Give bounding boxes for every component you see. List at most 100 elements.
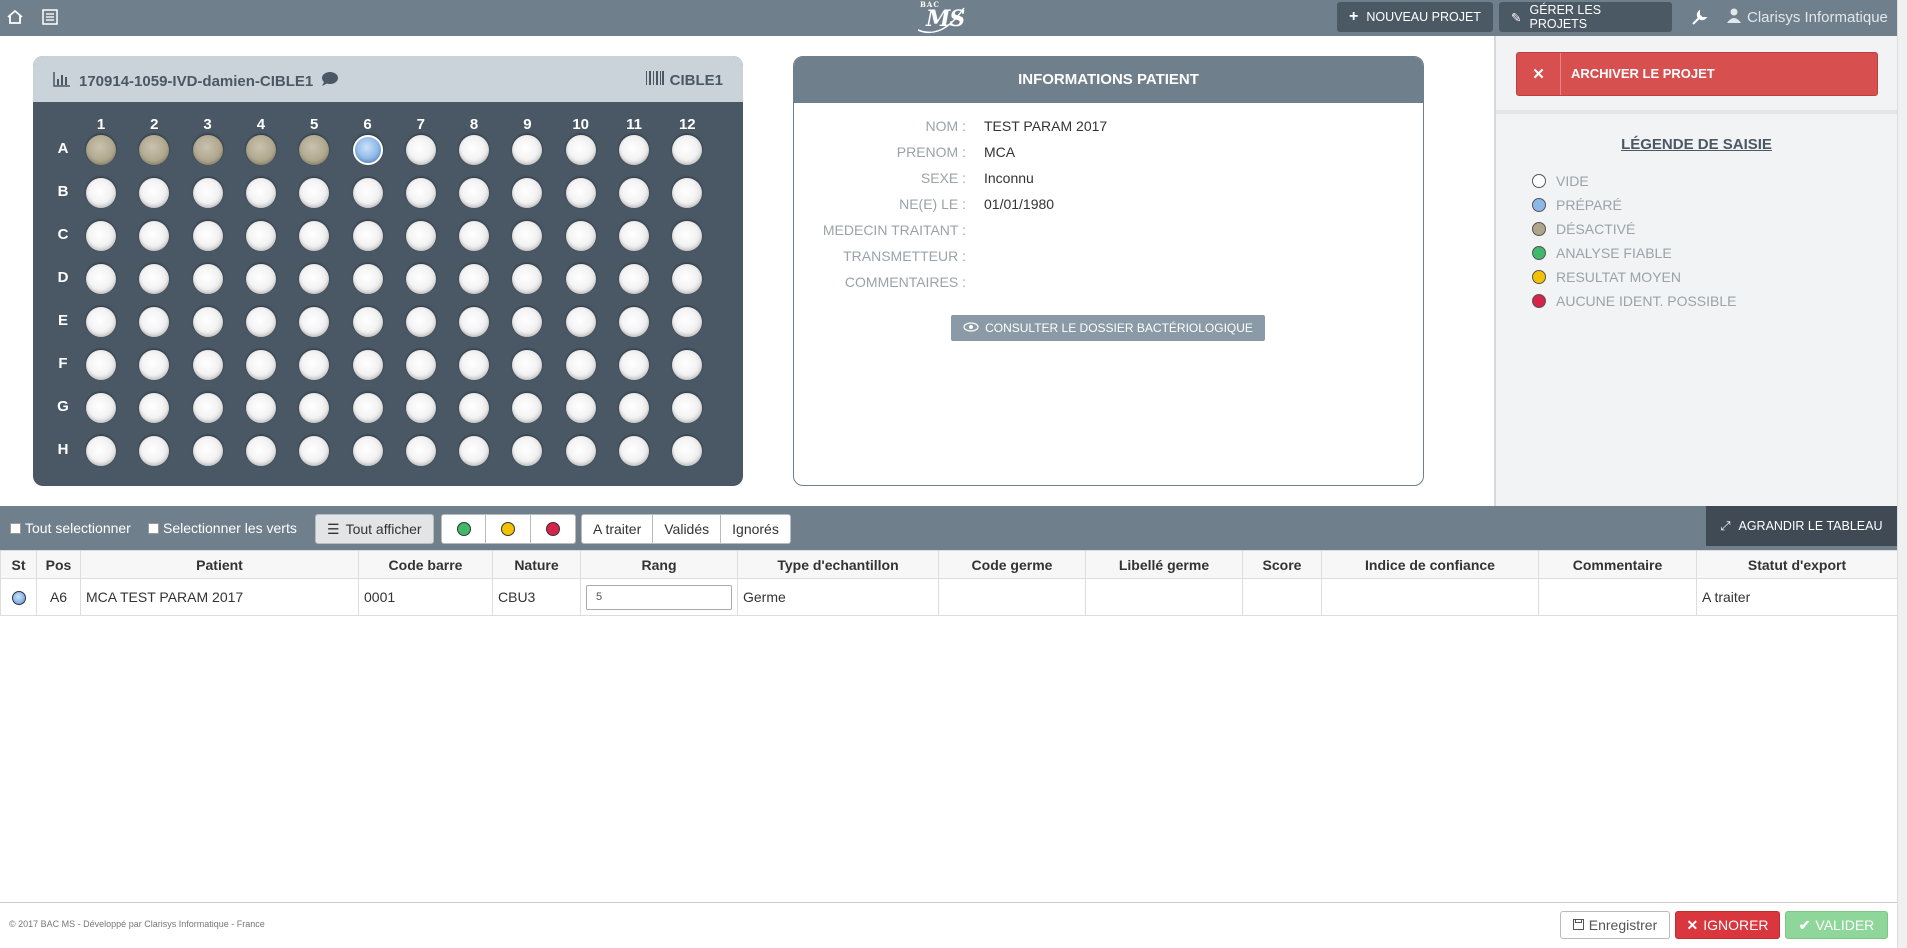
- well-D9[interactable]: [512, 264, 543, 294]
- well-D5[interactable]: [299, 264, 330, 294]
- well-H12[interactable]: [672, 436, 703, 466]
- column-header[interactable]: Patient: [80, 550, 359, 579]
- save-button[interactable]: Enregistrer: [1560, 911, 1670, 939]
- well-F1[interactable]: [86, 350, 116, 380]
- column-header[interactable]: Code germe: [938, 550, 1086, 579]
- filter-ignored-button[interactable]: Ignorés: [721, 514, 791, 544]
- archive-project-button[interactable]: ✕ ARCHIVER LE PROJET: [1516, 52, 1878, 96]
- well-G1[interactable]: [86, 393, 116, 423]
- well-C6[interactable]: [352, 221, 383, 251]
- well-A11[interactable]: [619, 135, 649, 165]
- filter-to-process-button[interactable]: A traiter: [581, 514, 654, 544]
- filter-green-button[interactable]: [441, 514, 486, 544]
- home-icon[interactable]: [6, 8, 26, 28]
- well-A2[interactable]: [139, 135, 170, 165]
- well-H11[interactable]: [619, 436, 649, 466]
- well-F9[interactable]: [512, 350, 543, 380]
- well-F8[interactable]: [459, 350, 490, 380]
- well-C8[interactable]: [459, 221, 490, 251]
- well-D10[interactable]: [565, 264, 596, 294]
- validate-button[interactable]: ✔ VALIDER: [1785, 911, 1888, 939]
- filter-validated-button[interactable]: Validés: [653, 514, 722, 544]
- well-D1[interactable]: [86, 264, 116, 294]
- comment-icon[interactable]: [321, 71, 339, 91]
- show-all-button[interactable]: ☰ Tout afficher: [315, 514, 434, 544]
- well-G5[interactable]: [299, 393, 330, 423]
- well-D4[interactable]: [245, 264, 276, 294]
- well-A4[interactable]: [245, 135, 276, 165]
- wrench-icon[interactable]: [1689, 8, 1709, 28]
- well-E11[interactable]: [619, 307, 649, 337]
- well-B1[interactable]: [86, 178, 116, 208]
- well-A8[interactable]: [459, 135, 490, 165]
- checkbox-box[interactable]: [10, 522, 21, 534]
- table-row[interactable]: A6 MCA TEST PARAM 2017 0001 CBU3 5 Germe…: [0, 578, 1898, 616]
- well-G3[interactable]: [192, 393, 223, 423]
- column-header[interactable]: Commentaire: [1538, 550, 1697, 579]
- well-D6[interactable]: [352, 264, 383, 294]
- well-C3[interactable]: [192, 221, 223, 251]
- well-F12[interactable]: [672, 350, 703, 380]
- filter-red-button[interactable]: [531, 514, 576, 544]
- well-G6[interactable]: [352, 393, 383, 423]
- well-C9[interactable]: [512, 221, 543, 251]
- well-A12[interactable]: [672, 135, 703, 165]
- well-E8[interactable]: [459, 307, 490, 337]
- well-D2[interactable]: [139, 264, 170, 294]
- well-E4[interactable]: [245, 307, 276, 337]
- well-H10[interactable]: [565, 436, 596, 466]
- well-B11[interactable]: [619, 178, 649, 208]
- column-header[interactable]: Code barre: [358, 550, 493, 579]
- well-C4[interactable]: [245, 221, 276, 251]
- well-G4[interactable]: [245, 393, 276, 423]
- new-project-button[interactable]: + NOUVEAU PROJET: [1337, 2, 1493, 32]
- well-H9[interactable]: [512, 436, 543, 466]
- checkbox-box[interactable]: [148, 522, 159, 534]
- well-E1[interactable]: [86, 307, 116, 337]
- well-H3[interactable]: [192, 436, 223, 466]
- well-G8[interactable]: [459, 393, 490, 423]
- column-header[interactable]: Nature: [492, 550, 581, 579]
- well-E10[interactable]: [565, 307, 596, 337]
- manage-projects-button[interactable]: ✎ GÉRER LES PROJETS: [1499, 2, 1672, 32]
- well-F7[interactable]: [405, 350, 436, 380]
- well-H5[interactable]: [299, 436, 330, 466]
- well-C7[interactable]: [405, 221, 436, 251]
- well-C1[interactable]: [86, 221, 116, 251]
- well-D3[interactable]: [192, 264, 223, 294]
- well-E9[interactable]: [512, 307, 543, 337]
- column-header[interactable]: Indice de confiance: [1321, 550, 1539, 579]
- column-header[interactable]: Score: [1242, 550, 1322, 579]
- list-icon[interactable]: [41, 8, 61, 28]
- column-header[interactable]: Libellé germe: [1085, 550, 1243, 579]
- well-B5[interactable]: [299, 178, 330, 208]
- column-header[interactable]: St: [0, 550, 37, 579]
- well-D7[interactable]: [405, 264, 436, 294]
- well-C11[interactable]: [619, 221, 649, 251]
- well-H7[interactable]: [405, 436, 436, 466]
- column-header[interactable]: Type d'echantillon: [737, 550, 939, 579]
- ignore-button[interactable]: ✕ IGNORER: [1675, 911, 1780, 939]
- well-H1[interactable]: [86, 436, 116, 466]
- well-A6[interactable]: [352, 135, 383, 165]
- select-green-checkbox[interactable]: Selectionner les verts: [148, 520, 297, 536]
- well-D12[interactable]: [672, 264, 703, 294]
- well-F11[interactable]: [619, 350, 649, 380]
- well-F6[interactable]: [352, 350, 383, 380]
- rang-input[interactable]: 5: [586, 584, 732, 610]
- well-D11[interactable]: [619, 264, 649, 294]
- well-G2[interactable]: [139, 393, 170, 423]
- well-C5[interactable]: [299, 221, 330, 251]
- well-G7[interactable]: [405, 393, 436, 423]
- well-C12[interactable]: [672, 221, 703, 251]
- well-A1[interactable]: [86, 135, 116, 165]
- well-E2[interactable]: [139, 307, 170, 337]
- well-B7[interactable]: [405, 178, 436, 208]
- well-A5[interactable]: [299, 135, 330, 165]
- well-H6[interactable]: [352, 436, 383, 466]
- well-G11[interactable]: [619, 393, 649, 423]
- well-A7[interactable]: [405, 135, 436, 165]
- well-E6[interactable]: [352, 307, 383, 337]
- well-H4[interactable]: [245, 436, 276, 466]
- well-F10[interactable]: [565, 350, 596, 380]
